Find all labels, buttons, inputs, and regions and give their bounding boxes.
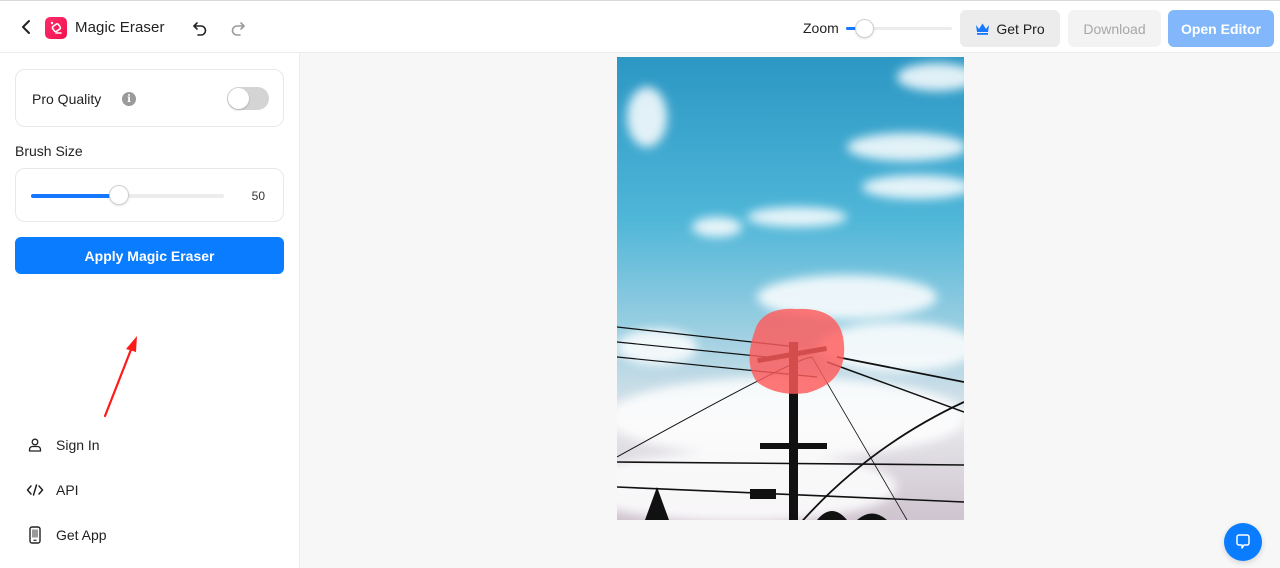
sidebar-item-get-app[interactable]: Get App	[26, 523, 107, 547]
sidebar-item-api[interactable]: API	[26, 478, 79, 502]
brush-slider-fill	[31, 194, 119, 198]
brush-slider-thumb[interactable]	[108, 185, 129, 205]
editable-photo[interactable]	[617, 57, 964, 520]
top-bar: Magic Eraser Zoom Get Pro Download Open …	[0, 0, 1280, 53]
open-editor-label: Open Editor	[1180, 20, 1262, 37]
sidebar-item-label: Sign In	[56, 437, 100, 453]
redo-icon[interactable]	[229, 19, 247, 37]
get-pro-label: Get Pro	[996, 20, 1045, 37]
user-icon	[26, 436, 44, 454]
brush-size-label: Brush Size	[15, 143, 83, 159]
open-editor-button[interactable]: Open Editor	[1168, 10, 1274, 47]
download-label: Download	[1083, 20, 1146, 37]
brush-size-value: 50	[251, 189, 265, 203]
get-pro-button[interactable]: Get Pro	[960, 10, 1060, 47]
info-icon[interactable]: i	[122, 92, 136, 106]
pro-quality-label: Pro Quality	[32, 91, 102, 107]
chat-bubble-icon	[1236, 534, 1250, 549]
zoom-slider[interactable]	[846, 18, 952, 38]
brush-size-card: 50	[15, 168, 284, 222]
chat-support-button[interactable]	[1224, 523, 1262, 561]
code-icon	[26, 481, 44, 499]
sidebar: Pro Quality i Brush Size 50 Apply Magic …	[0, 53, 300, 568]
crown-icon	[976, 23, 990, 35]
undo-icon[interactable]	[191, 19, 209, 37]
brush-size-slider[interactable]	[31, 185, 224, 205]
sidebar-item-label: API	[56, 482, 79, 498]
pro-quality-toggle[interactable]	[227, 87, 269, 110]
back-arrow-icon[interactable]	[18, 17, 36, 37]
sidebar-item-sign-in[interactable]: Sign In	[26, 433, 100, 457]
zoom-slider-thumb[interactable]	[854, 19, 874, 38]
sidebar-item-label: Get App	[56, 527, 107, 543]
pro-quality-card: Pro Quality i	[15, 69, 284, 127]
apply-magic-eraser-button[interactable]: Apply Magic Eraser	[15, 237, 284, 274]
magic-eraser-logo-icon	[45, 17, 67, 39]
brush-mask	[749, 308, 845, 394]
annotation-arrow-icon	[103, 336, 137, 418]
app-title: Magic Eraser	[75, 19, 165, 36]
apply-label: Apply Magic Eraser	[84, 247, 215, 264]
editor-canvas[interactable]	[300, 53, 1280, 568]
phone-icon	[26, 526, 44, 544]
download-button[interactable]: Download	[1068, 10, 1161, 47]
zoom-label: Zoom	[803, 20, 839, 36]
toggle-knob	[228, 88, 249, 109]
